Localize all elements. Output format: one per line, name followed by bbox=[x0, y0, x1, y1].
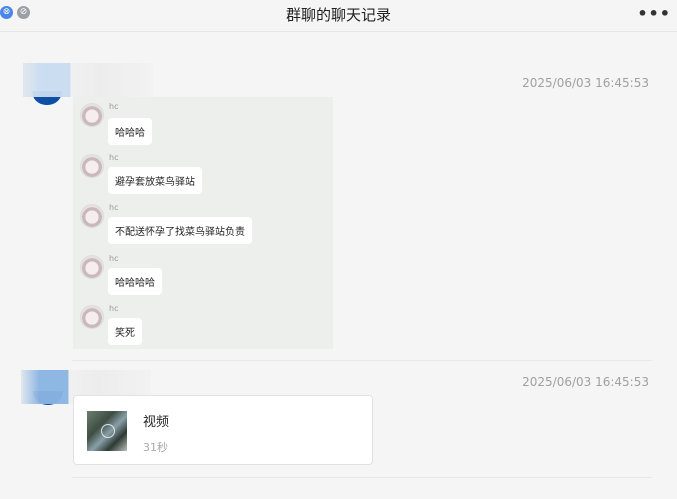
avatar bbox=[80, 154, 104, 178]
sender-name: hc bbox=[109, 254, 119, 263]
sender-name-blurred bbox=[23, 63, 153, 97]
title-bar: ⊗ ⊘ 群聊的聊天记录 ••• bbox=[0, 0, 677, 32]
forwarded-message: hc 哈哈哈 bbox=[73, 101, 333, 149]
play-icon bbox=[101, 424, 115, 438]
video-thumbnail bbox=[87, 411, 127, 451]
message-timestamp: 2025/06/03 16:45:53 bbox=[522, 375, 649, 389]
forwarded-message: hc 不配送怀孕了找菜鸟驿站负责 bbox=[73, 202, 333, 250]
sender-name: hc bbox=[109, 102, 119, 111]
forwarded-message: hc 哈哈哈哈 bbox=[73, 253, 333, 301]
more-options-icon[interactable]: ••• bbox=[637, 4, 671, 23]
window-title: 群聊的聊天记录 bbox=[285, 6, 391, 24]
video-message-card[interactable]: 视频 31秒 bbox=[73, 395, 373, 465]
message-bubble: 哈哈哈哈 bbox=[108, 268, 162, 295]
divider bbox=[72, 360, 652, 361]
forwarded-message: hc 笑死 bbox=[73, 303, 333, 351]
video-title: 视频 bbox=[143, 415, 170, 430]
sender-name: hc bbox=[109, 304, 119, 313]
avatar bbox=[80, 204, 104, 228]
message-bubble: 避孕套放菜鸟驿站 bbox=[108, 167, 202, 194]
avatar bbox=[80, 103, 104, 127]
avatar bbox=[80, 305, 104, 329]
message-bubble: 笑死 bbox=[108, 318, 142, 345]
message-bubble: 哈哈哈 bbox=[108, 118, 152, 145]
sender-name: hc bbox=[109, 203, 119, 212]
video-duration: 31秒 bbox=[143, 441, 168, 454]
forwarded-chat-card[interactable]: hc 哈哈哈 hc 避孕套放菜鸟驿站 hc 不配送怀孕了找菜鸟驿站负责 hc 哈… bbox=[73, 97, 333, 349]
message-bubble: 不配送怀孕了找菜鸟驿站负责 bbox=[108, 217, 252, 244]
sender-name: hc bbox=[109, 153, 119, 162]
forwarded-message: hc 避孕套放菜鸟驿站 bbox=[73, 152, 333, 200]
divider bbox=[72, 477, 652, 478]
avatar bbox=[80, 255, 104, 279]
message-timestamp: 2025/06/03 16:45:53 bbox=[522, 76, 649, 90]
